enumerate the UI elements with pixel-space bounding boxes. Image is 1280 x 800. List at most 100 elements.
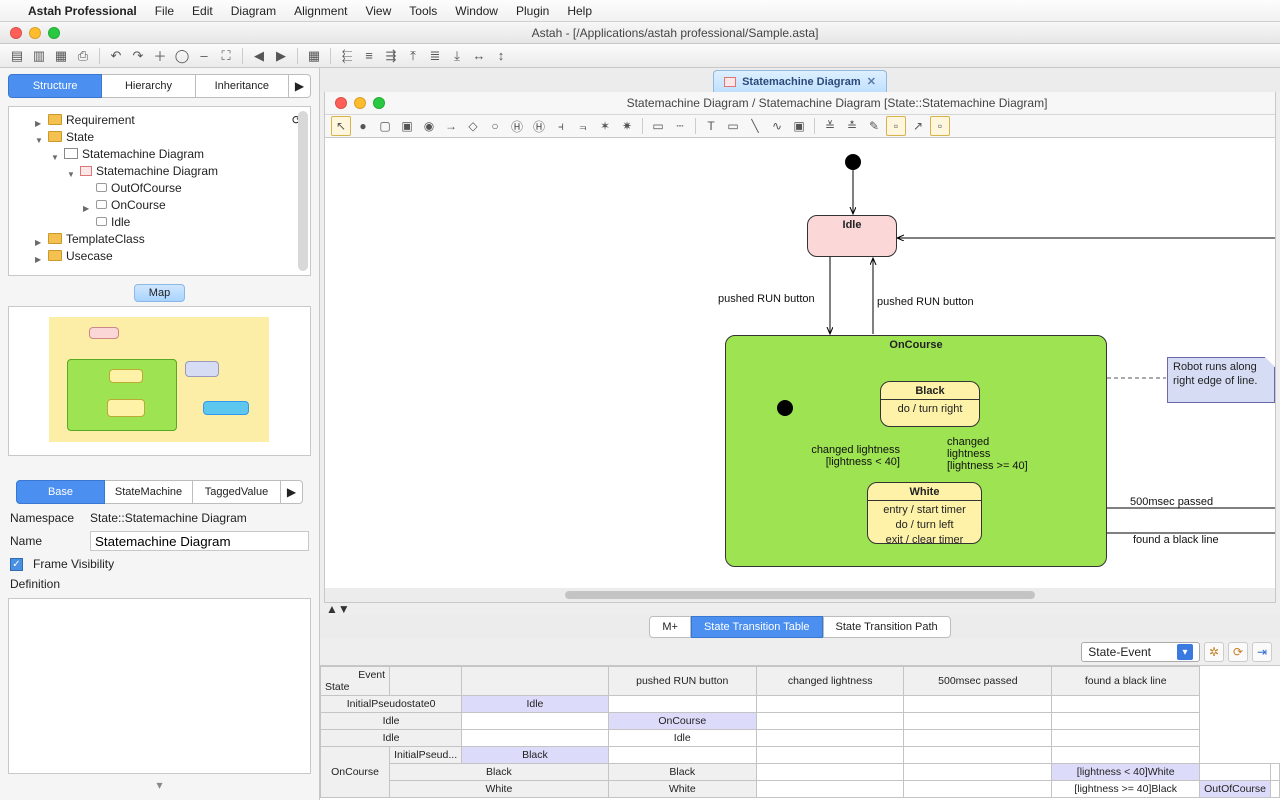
mode-a-icon[interactable]: ▫ [886, 116, 906, 136]
menu-edit[interactable]: Edit [192, 4, 213, 18]
transition-icon[interactable]: → [441, 116, 461, 136]
dist-v-icon[interactable]: ↕ [492, 47, 510, 65]
tree-item[interactable]: OutOfCourse [11, 179, 308, 196]
project-tree[interactable]: ⟳ RequirementStateStatemachine DiagramSt… [8, 106, 311, 276]
tree-item[interactable]: Statemachine Diagram [11, 145, 308, 162]
diagram-canvas[interactable]: Idle OnCourse Black do / turn right Whit… [325, 138, 1275, 588]
transition-table[interactable]: EventStatepushed RUN buttonchanged light… [320, 665, 1280, 800]
select-tool-icon[interactable]: ↖ [331, 116, 351, 136]
anchor-icon[interactable]: ┄ [670, 116, 690, 136]
image-icon[interactable]: ▣ [789, 116, 809, 136]
state-event-select[interactable]: State-Event▾ [1081, 642, 1200, 662]
proptab-tag[interactable]: TaggedValue [193, 480, 281, 504]
proptab-base[interactable]: Base [16, 480, 105, 504]
tree-item[interactable]: State [11, 128, 308, 145]
initial-pseudostate[interactable] [845, 154, 861, 170]
history-icon[interactable]: Ⓗ [507, 116, 527, 136]
zoom-icon[interactable] [48, 27, 60, 39]
doc-tab-statemachine[interactable]: Statemachine Diagram ✕ [713, 70, 887, 92]
mode-c-icon[interactable]: ▫ [930, 116, 950, 136]
state-idle[interactable]: Idle [807, 215, 897, 257]
exit-icon[interactable]: ✷ [617, 116, 637, 136]
zoomout-icon[interactable]: – [195, 47, 213, 65]
tab-state-transition-table[interactable]: State Transition Table [691, 616, 823, 638]
frame-visibility-checkbox[interactable]: ✓ [10, 558, 23, 571]
freehand-icon[interactable]: ∿ [767, 116, 787, 136]
tab-structure[interactable]: Structure [8, 74, 102, 98]
align-b-icon[interactable]: ⤓ [448, 47, 466, 65]
align-c-icon[interactable]: ≡ [360, 47, 378, 65]
state-black[interactable]: Black do / turn right [880, 381, 980, 427]
line-icon[interactable]: ╲ [745, 116, 765, 136]
substate-icon[interactable]: ▣ [397, 116, 417, 136]
inner-zoom-icon[interactable] [373, 97, 385, 109]
map-button[interactable]: Map [134, 284, 185, 302]
app-name[interactable]: Astah Professional [28, 4, 137, 18]
mplus-button[interactable]: M+ [649, 616, 691, 638]
proptab-more-icon[interactable]: ▶ [281, 480, 303, 504]
redo-icon[interactable]: ↷ [129, 47, 147, 65]
text-icon[interactable]: T [701, 116, 721, 136]
align-l-icon[interactable]: ⬱ [338, 47, 356, 65]
splitter-handle[interactable]: ▲▼ [320, 603, 1280, 615]
align-t-icon[interactable]: ⤒ [404, 47, 422, 65]
tree-item[interactable]: OnCourse [11, 196, 308, 213]
menu-plugin[interactable]: Plugin [516, 4, 549, 18]
print-icon[interactable]: ⎙ [74, 47, 92, 65]
entry-icon[interactable]: ✶ [595, 116, 615, 136]
export-icon[interactable]: ⇥ [1252, 642, 1272, 662]
deep-history-icon[interactable]: Ⓗ [529, 116, 549, 136]
note[interactable]: Robot runs along right edge of line. [1167, 357, 1275, 403]
menu-window[interactable]: Window [455, 4, 498, 18]
minimap[interactable] [8, 306, 311, 456]
tab-inheritance[interactable]: Inheritance [196, 74, 289, 98]
state-icon[interactable]: ▢ [375, 116, 395, 136]
tab-state-transition-path[interactable]: State Transition Path [823, 616, 951, 638]
dist-h-icon[interactable]: ↔ [470, 47, 488, 65]
menu-alignment[interactable]: Alignment [294, 4, 347, 18]
close-tab-icon[interactable]: ✕ [867, 75, 876, 88]
refresh-icon[interactable]: ⟳ [1228, 642, 1248, 662]
mode-b-icon[interactable]: ↗ [908, 116, 928, 136]
inner-close-icon[interactable] [335, 97, 347, 109]
tree-item[interactable]: Usecase [11, 247, 308, 264]
initial-state-icon[interactable]: ● [353, 116, 373, 136]
align-tool2-icon[interactable]: ≛ [842, 116, 862, 136]
settings-icon[interactable]: ✲ [1204, 642, 1224, 662]
h-scrollbar[interactable] [325, 588, 1275, 602]
zoomin-icon[interactable]: ＋ [151, 47, 169, 65]
grid-icon[interactable]: ▦ [305, 47, 323, 65]
definition-textarea[interactable] [8, 598, 311, 774]
fwd-icon[interactable]: ▶ [272, 47, 290, 65]
fork-icon[interactable]: ⫞ [551, 116, 571, 136]
menu-view[interactable]: View [365, 4, 391, 18]
save-icon[interactable]: ▦ [52, 47, 70, 65]
zoom100-icon[interactable]: ◯ [173, 47, 191, 65]
tab-more-icon[interactable]: ▶ [289, 74, 311, 98]
open-icon[interactable]: ▥ [30, 47, 48, 65]
inner-min-icon[interactable] [354, 97, 366, 109]
choice-icon[interactable]: ◇ [463, 116, 483, 136]
proptab-sm[interactable]: StateMachine [105, 480, 193, 504]
align-r-icon[interactable]: ⇶ [382, 47, 400, 65]
minimize-icon[interactable] [29, 27, 41, 39]
final-state-icon[interactable]: ◉ [419, 116, 439, 136]
tree-item[interactable]: Statemachine Diagram [11, 162, 308, 179]
initial-pseudostate-inner[interactable] [777, 400, 793, 416]
note-icon[interactable]: ▭ [648, 116, 668, 136]
menu-file[interactable]: File [155, 4, 174, 18]
collapse-icon[interactable]: ▾ [8, 774, 311, 792]
back-icon[interactable]: ◀ [250, 47, 268, 65]
new-icon[interactable]: ▤ [8, 47, 26, 65]
menu-help[interactable]: Help [567, 4, 592, 18]
align-tool-icon[interactable]: ≚ [820, 116, 840, 136]
tree-item[interactable]: Idle [11, 213, 308, 230]
join-icon[interactable]: ⫬ [573, 116, 593, 136]
align-m-icon[interactable]: ≣ [426, 47, 444, 65]
tree-item[interactable]: TemplateClass [11, 230, 308, 247]
name-input[interactable] [90, 531, 309, 551]
rect-icon[interactable]: ▭ [723, 116, 743, 136]
tree-item[interactable]: Requirement [11, 111, 308, 128]
menu-tools[interactable]: Tools [409, 4, 437, 18]
tab-hierarchy[interactable]: Hierarchy [102, 74, 195, 98]
